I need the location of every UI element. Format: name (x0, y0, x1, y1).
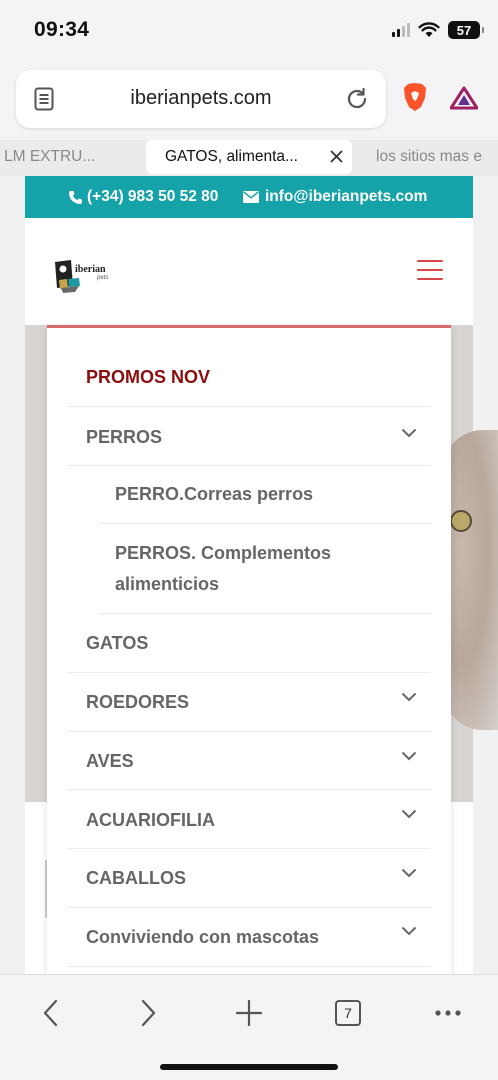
menu-item-label-line1: PERROS. Complementos (115, 543, 332, 563)
menu-item-label: GATOS (86, 633, 149, 653)
bottom-toolbar: 7 (0, 974, 498, 1080)
menu-item-label: PERROS. Complementos alimenticios (115, 538, 331, 600)
reload-icon[interactable] (344, 86, 370, 112)
menu-item-caballos[interactable]: CABALLOS (67, 849, 431, 908)
menu-item-label: ACUARIOFILIA (86, 810, 215, 830)
logo-sub: pets (97, 275, 108, 281)
menu-item-label: PERRO.Correas perros (115, 484, 314, 504)
menu-item-gatos[interactable]: GATOS (67, 614, 431, 673)
menu-item-label: Conviviendo con mascotas (86, 927, 320, 947)
chevron-down-icon[interactable] (401, 692, 417, 702)
forward-button[interactable] (129, 993, 169, 1033)
back-icon (43, 999, 58, 1027)
menu-item-label: ROEDORES (86, 692, 190, 712)
tab-sitios[interactable]: los sitios mas e (376, 140, 482, 174)
email-text: info@iberianpets.com (265, 188, 428, 205)
bat-icon[interactable] (450, 86, 478, 110)
phone-text: (+34) 983 50 52 80 (87, 188, 219, 205)
address-bar[interactable]: iberianpets.com (16, 70, 386, 128)
new-tab-button[interactable] (229, 993, 269, 1033)
chevron-down-icon[interactable] (401, 428, 417, 438)
status-time: 09:34 (34, 18, 90, 41)
wifi-icon (418, 22, 440, 37)
back-button[interactable] (30, 993, 70, 1033)
tab-gatos-active[interactable]: GATOS, alimenta... (146, 140, 352, 174)
phone-icon (69, 190, 82, 204)
home-indicator (160, 1064, 338, 1070)
menu-item-conviviendo[interactable]: Conviviendo con mascotas (67, 908, 431, 967)
plus-icon (236, 1000, 262, 1026)
brave-icon[interactable] (402, 82, 428, 112)
site-logo[interactable]: iberian pets (53, 258, 115, 296)
menu-item-promos-nov[interactable]: PROMOS NOV (67, 348, 431, 407)
menu-item-label: PROMOS NOV (86, 367, 211, 387)
tab-title: GATOS, alimenta... (165, 148, 298, 165)
menu-item-perros[interactable]: PERROS (67, 407, 431, 466)
chevron-down-icon[interactable] (401, 868, 417, 878)
menu-item-label: CABALLOS (86, 868, 186, 888)
contact-bar: (+34) 983 50 52 80 info@iberianpets.com (25, 176, 473, 218)
web-page: (+34) 983 50 52 80 info@iberianpets.com … (0, 176, 498, 974)
battery-icon: 57 (448, 21, 484, 39)
forward-icon (141, 999, 156, 1027)
hamburger-icon[interactable] (417, 260, 443, 280)
close-icon[interactable] (329, 149, 344, 164)
mail-icon (243, 191, 259, 203)
tab-strip: LM EXTRU... GATOS, alimenta... los sitio… (0, 140, 498, 176)
signal-icon (392, 23, 410, 37)
status-bar: 09:34 57 (0, 0, 498, 62)
menu-item-label-line2: alimenticios (115, 574, 220, 594)
chevron-down-icon[interactable] (401, 926, 417, 936)
chevron-down-icon[interactable] (401, 751, 417, 761)
more-menu-button[interactable] (428, 993, 468, 1033)
status-icons: 57 (392, 21, 484, 39)
menu-item-label: PERROS (86, 427, 163, 447)
tab-lm-extru[interactable]: LM EXTRU... (4, 140, 95, 174)
menu-item-perro-correas[interactable]: PERRO.Correas perros (99, 466, 431, 524)
site-header: iberian pets (25, 218, 473, 325)
menu-item-roedores[interactable]: ROEDORES (67, 673, 431, 732)
browser-toolbar: iberianpets.com (0, 62, 498, 140)
menu-item-perros-complementos[interactable]: PERROS. Complementos alimenticios (99, 524, 431, 614)
menu-item-acuariofilia[interactable]: ACUARIOFILIA (67, 790, 431, 849)
phone-link[interactable]: (+34) 983 50 52 80 (68, 188, 218, 206)
more-icon (435, 1010, 461, 1016)
url-text[interactable]: iberianpets.com (16, 87, 386, 110)
menu-item-aves[interactable]: AVES (67, 732, 431, 790)
cat-eye (450, 510, 472, 532)
email-link[interactable]: info@iberianpets.com (243, 188, 427, 206)
menu-item-label: AVES (86, 751, 134, 771)
tabs-button[interactable]: 7 (328, 993, 368, 1033)
chevron-down-icon[interactable] (401, 809, 417, 819)
tabs-icon: 7 (335, 1000, 361, 1026)
nav-dropdown-menu: PROMOS NOV PERROS PERRO.Correas perros P… (47, 325, 451, 974)
cat-image (443, 430, 498, 730)
logo-text: iberian (75, 264, 106, 275)
